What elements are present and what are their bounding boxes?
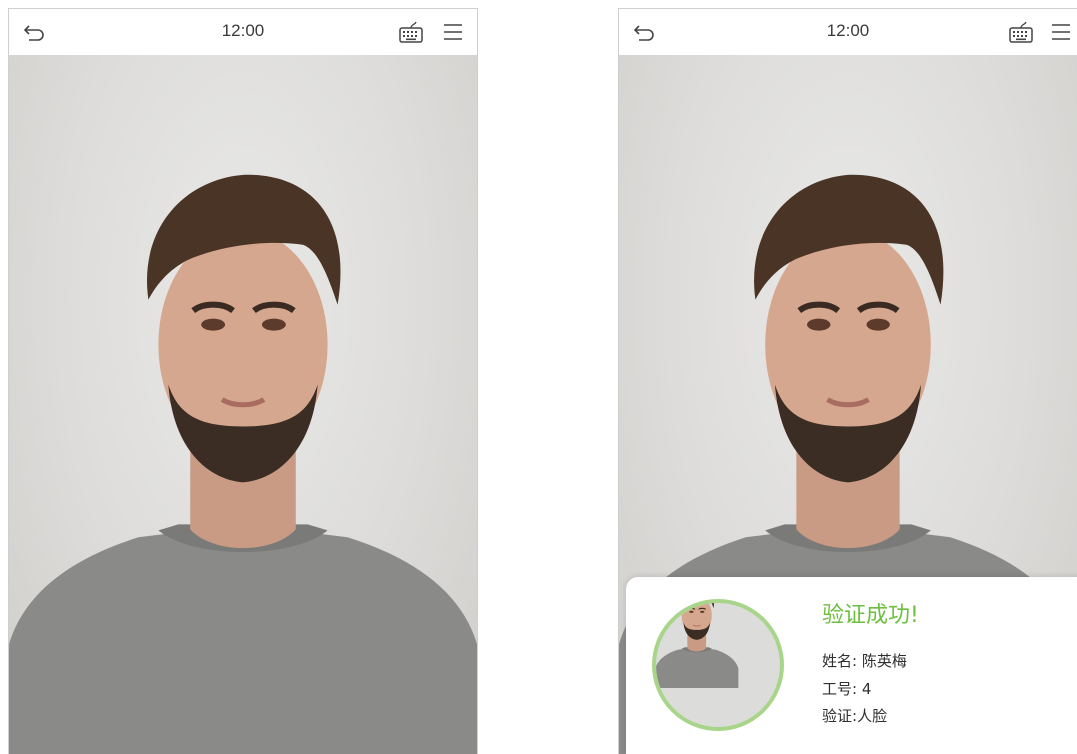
camera-preview bbox=[9, 55, 477, 754]
avatar-photo bbox=[656, 603, 780, 727]
hamburger-menu-icon[interactable] bbox=[1051, 23, 1071, 41]
name-value: 陈英梅 bbox=[861, 652, 907, 670]
back-arrow-icon[interactable] bbox=[633, 22, 655, 42]
matched-avatar bbox=[652, 599, 784, 731]
mode-line: 验证:人脸 bbox=[822, 705, 887, 726]
hamburger-menu-icon[interactable] bbox=[443, 23, 463, 41]
name-line: 姓名: 陈英梅 bbox=[822, 650, 907, 671]
id-value: 4 bbox=[861, 680, 872, 698]
id-label: 工号: bbox=[822, 680, 858, 698]
name-label: 姓名: bbox=[822, 652, 858, 670]
keyboard-icon[interactable] bbox=[1008, 20, 1034, 44]
person-photo bbox=[9, 55, 477, 754]
keyboard-icon[interactable] bbox=[398, 20, 424, 44]
device-screen-right: 12:00 验证成功! 姓名: 陈英梅 工号: 4 验证:人脸 bbox=[618, 8, 1077, 754]
result-title: 验证成功! bbox=[822, 603, 919, 628]
back-arrow-icon[interactable] bbox=[23, 22, 45, 42]
top-bar: 12:00 bbox=[9, 9, 477, 55]
id-line: 工号: 4 bbox=[822, 678, 871, 699]
verification-result-card: 验证成功! 姓名: 陈英梅 工号: 4 验证:人脸 bbox=[626, 577, 1077, 754]
mode-label: 验证: bbox=[822, 707, 858, 725]
mode-value: 人脸 bbox=[857, 707, 888, 725]
device-screen-left: 12:00 bbox=[8, 8, 478, 754]
top-bar: 12:00 bbox=[619, 9, 1077, 55]
